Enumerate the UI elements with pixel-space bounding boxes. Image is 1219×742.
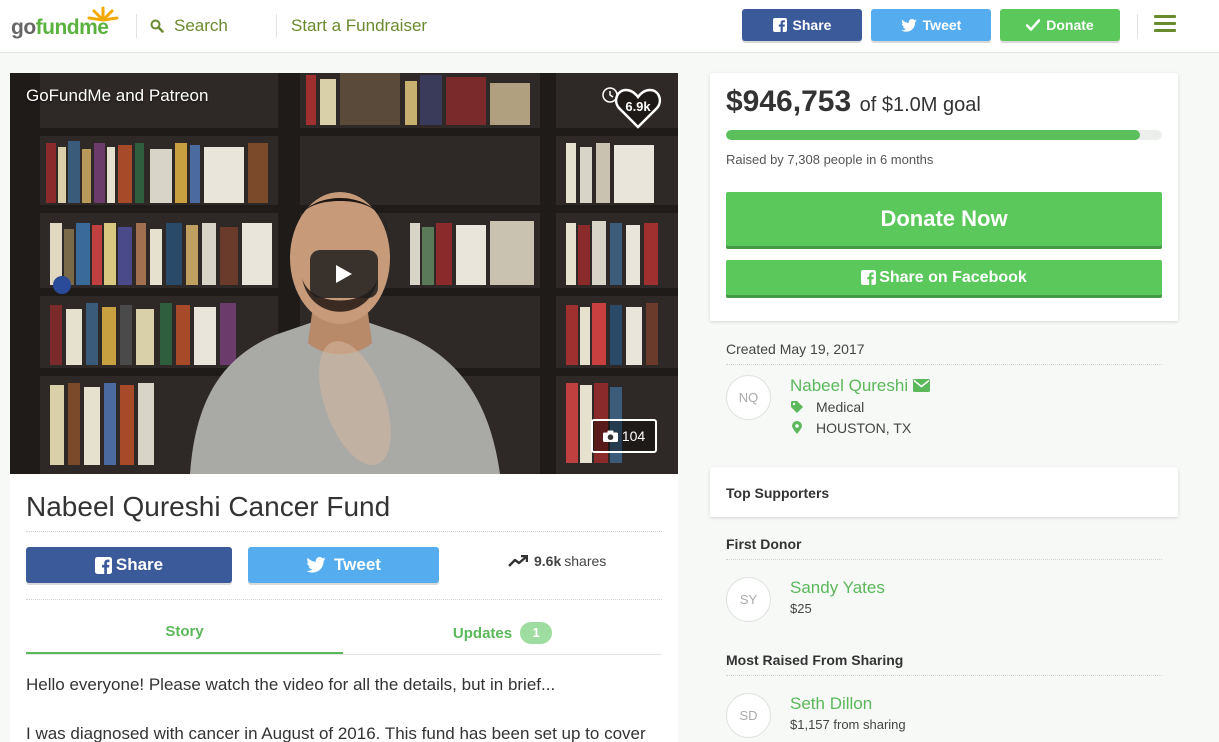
header-share-button[interactable]: Share bbox=[742, 9, 862, 41]
video-title: GoFundMe and Patreon bbox=[26, 86, 209, 105]
tab-updates[interactable]: Updates 1 bbox=[343, 611, 662, 655]
header-divider bbox=[276, 14, 277, 38]
first-donor-title: First Donor bbox=[726, 536, 802, 552]
progress-bar bbox=[726, 130, 1162, 140]
heart-count: 6.9k bbox=[625, 99, 651, 114]
facebook-icon bbox=[861, 270, 877, 285]
most-raised-title: Most Raised From Sharing bbox=[726, 652, 904, 668]
shares-label: shares bbox=[564, 553, 607, 569]
header-tweet-button[interactable]: Tweet bbox=[871, 9, 991, 41]
twitter-icon bbox=[306, 557, 326, 573]
checkmark-icon bbox=[1026, 19, 1041, 31]
search-icon bbox=[150, 19, 164, 33]
twitter-icon bbox=[900, 18, 917, 32]
created-date: Created May 19, 2017 bbox=[726, 341, 865, 357]
divider bbox=[726, 675, 1162, 676]
divider bbox=[26, 531, 662, 532]
most-raised-avatar: SD bbox=[726, 693, 771, 738]
gofundme-logo[interactable]: gofundme bbox=[11, 6, 121, 42]
divider bbox=[726, 559, 1162, 560]
story-paragraph: Hello everyone! Please watch the video f… bbox=[26, 675, 556, 694]
updates-count-badge: 1 bbox=[520, 622, 553, 644]
location-pin-icon bbox=[792, 421, 802, 434]
first-donor-avatar: SY bbox=[726, 577, 771, 622]
heart-button[interactable]: 6.9k bbox=[614, 87, 662, 131]
most-raised-amount: $1,157 from sharing bbox=[790, 717, 906, 732]
amount-raised: $946,753 of $1.0M goal bbox=[726, 85, 981, 119]
logo-text: gofundme bbox=[11, 16, 109, 39]
envelope-icon[interactable] bbox=[912, 379, 930, 392]
facebook-icon bbox=[772, 18, 787, 32]
first-donor-amount: $25 bbox=[790, 601, 812, 616]
organizer-avatar: NQ bbox=[726, 375, 771, 420]
first-donor-name[interactable]: Sandy Yates bbox=[790, 578, 885, 598]
start-fundraiser-link[interactable]: Start a Fundraiser bbox=[291, 14, 427, 38]
header-divider bbox=[1137, 14, 1138, 38]
header-divider bbox=[136, 14, 137, 38]
raised-amount: $946,753 bbox=[726, 85, 852, 118]
donate-now-button[interactable]: Donate Now bbox=[726, 192, 1162, 246]
play-button[interactable] bbox=[310, 250, 378, 298]
organizer-category: Medical bbox=[816, 399, 865, 415]
camera-icon bbox=[602, 430, 618, 442]
campaign-title: Nabeel Qureshi Cancer Fund bbox=[26, 491, 391, 522]
shares-number: 9.6k bbox=[534, 553, 562, 569]
progress-fill bbox=[726, 130, 1141, 140]
top-supporters-card: Top Supporters bbox=[710, 467, 1178, 517]
divider bbox=[26, 599, 662, 600]
goal-text: of $1.0M goal bbox=[859, 94, 981, 116]
shares-count: 9.6k shares bbox=[508, 553, 606, 569]
organizer-name[interactable]: Nabeel Qureshi bbox=[790, 376, 930, 396]
top-nav: gofundme Search Start a Fundraiser Share… bbox=[0, 0, 1219, 53]
most-raised-name[interactable]: Seth Dillon bbox=[790, 694, 872, 714]
story-paragraph: I was diagnosed with cancer in August of… bbox=[26, 724, 646, 742]
donation-card: $946,753 of $1.0M goal Raised by 7,308 p… bbox=[710, 73, 1178, 321]
facebook-icon bbox=[94, 556, 112, 574]
trending-icon bbox=[508, 555, 528, 567]
campaign-share-button[interactable]: Share bbox=[26, 547, 232, 583]
organizer-location: HOUSTON, TX bbox=[816, 420, 912, 436]
campaign-tweet-button[interactable]: Tweet bbox=[248, 547, 439, 583]
photos-button[interactable]: 104 bbox=[591, 419, 657, 453]
tabs-underline bbox=[26, 654, 662, 655]
top-supporters-title: Top Supporters bbox=[726, 485, 830, 501]
search-label: Search bbox=[174, 16, 228, 35]
campaign-main: GoFundMe and Patreon 6.9k 104 Nabeel Qur… bbox=[10, 73, 678, 742]
search-link[interactable]: Search bbox=[150, 14, 228, 38]
tab-story[interactable]: Story bbox=[26, 611, 343, 655]
header-donate-button[interactable]: Donate bbox=[1000, 9, 1120, 41]
divider bbox=[726, 364, 1162, 365]
photo-count: 104 bbox=[621, 428, 646, 444]
play-icon bbox=[336, 265, 352, 283]
hamburger-menu-icon[interactable] bbox=[1154, 15, 1176, 33]
tag-icon bbox=[791, 401, 803, 413]
share-on-facebook-button[interactable]: Share on Facebook bbox=[726, 260, 1162, 295]
raised-by-text: Raised by 7,308 people in 6 months bbox=[726, 152, 934, 167]
campaign-video[interactable]: GoFundMe and Patreon 6.9k 104 bbox=[10, 73, 678, 474]
